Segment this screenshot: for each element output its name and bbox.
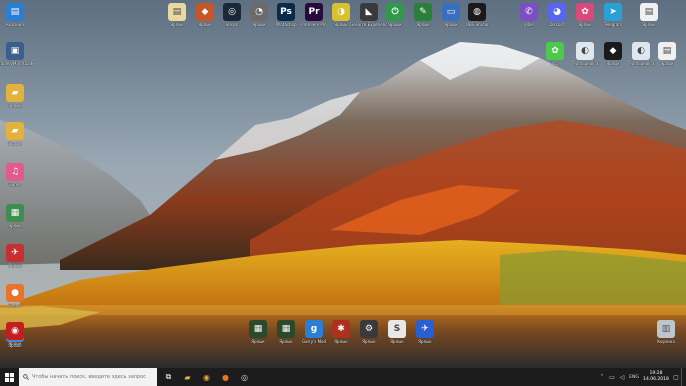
steam-icon: ◎ <box>241 372 248 382</box>
taskbar: ⧉ ▰ ◉ ● ◎ ˄ ▭ ◁ ENG 19:28 14.06.2018 ▢ <box>0 368 686 386</box>
chevron-up-icon[interactable]: ˄ <box>597 374 607 381</box>
file-explorer-icon: ▰ <box>184 372 191 382</box>
network-icon[interactable]: ▭ <box>607 374 617 381</box>
chrome-icon: ◉ <box>203 372 210 382</box>
app-icon: ✈ <box>416 320 434 338</box>
start-button[interactable] <box>0 368 19 386</box>
volume-icon[interactable]: ◁ <box>617 374 627 381</box>
firefox-icon: ● <box>6 284 24 302</box>
desktop-shortcut[interactable]: ▰ Ярлык <box>0 122 34 146</box>
virtualbox-icon: ▣ <box>6 42 24 60</box>
app-icon: ✿ <box>576 3 594 21</box>
desktop-shortcut-label: Ярлык <box>8 263 22 268</box>
desktop-shortcut[interactable]: ▣Oracle VM VirtualBox <box>0 42 34 66</box>
firefox-icon: ● <box>222 372 229 382</box>
desktop-shortcut[interactable]: ➤ Telegram <box>594 3 632 27</box>
taskbar-app-button[interactable]: ◎ <box>235 368 254 386</box>
folder-icon: ▰ <box>6 84 24 102</box>
show-desktop-button[interactable] <box>681 368 686 386</box>
desktop-shortcut[interactable]: ▤ Ярлык <box>630 3 668 27</box>
steam-icon: ◎ <box>223 3 241 21</box>
obs-icon: ◍ <box>468 3 486 21</box>
photoshop-icon: Ps <box>277 3 295 21</box>
app-icon: ◆ <box>604 42 622 60</box>
app-icon: ◑ <box>332 3 350 21</box>
taskbar-app-button[interactable]: ◉ <box>197 368 216 386</box>
app-icon: ▦ <box>249 320 267 338</box>
taskbar-app-button[interactable]: ● <box>216 368 235 386</box>
document-icon: ▤ <box>640 3 658 21</box>
notifications-icon[interactable]: ▢ <box>671 374 681 381</box>
app-icon: ▦ <box>277 320 295 338</box>
desktop-shortcut-label: Ярлык <box>418 339 432 344</box>
system-tray: ˄ ▭ ◁ ENG 19:28 14.06.2018 ▢ <box>597 368 686 386</box>
app-icon: ◔ <box>250 3 268 21</box>
desktop-shortcut-label: Telegram <box>603 22 623 27</box>
clock[interactable]: 19:28 14.06.2018 <box>641 371 671 383</box>
desktop-shortcut-label: Ярлык <box>8 341 22 346</box>
premiere-icon: Pr <box>305 3 323 21</box>
folder-icon: ▤ <box>6 3 24 21</box>
garrysmod-icon: g <box>305 320 323 338</box>
icq-icon: ✿ <box>546 42 564 60</box>
itunes-icon: ♫ <box>6 163 24 181</box>
discord-icon: ◕ <box>548 3 566 21</box>
taskbar-app-button[interactable]: ▰ <box>178 368 197 386</box>
desktop-shortcut[interactable]: ▦Ярлык <box>0 204 34 228</box>
search-input[interactable] <box>32 374 152 380</box>
task-view-icon: ⧉ <box>165 372 172 381</box>
app-icon: ✱ <box>332 320 350 338</box>
document-icon: ▤ <box>168 3 186 21</box>
app-icon: ✈ <box>6 244 24 262</box>
desktop-shortcut-label: Ярлык <box>8 223 22 228</box>
desktop-shortcut-label: Ярлык <box>8 141 22 146</box>
recycle-bin[interactable]: ▥ Корзина <box>647 320 685 344</box>
desktop-shortcut-label: Ярлык <box>660 61 674 66</box>
desktop-shortcut[interactable]: ✈ Ярлык <box>0 244 34 268</box>
app-icon: ◉ <box>6 322 24 340</box>
language-indicator[interactable]: ENG <box>627 375 641 380</box>
desktop-shortcut[interactable]: ▤ Ярлык <box>648 42 686 66</box>
desktop-shortcut[interactable]: ● Firefox <box>0 284 34 308</box>
desktop-shortcut[interactable]: ◉ Ярлык <box>0 322 34 346</box>
desktop-shortcut-label: Firefox <box>8 303 22 308</box>
taskbar-search[interactable] <box>19 368 157 386</box>
desktop-shortcut-label: Ярлык <box>642 22 656 27</box>
desktop-shortcut-label: iTunes <box>8 182 22 187</box>
windows-start-icon <box>5 372 14 382</box>
app-icon: ⏻ <box>386 3 404 21</box>
recycle-bin-icon: ▥ <box>657 320 675 338</box>
teamspeak-icon: ◐ <box>576 42 594 60</box>
search-icon <box>23 374 29 380</box>
desktop-shortcut[interactable]: ♫ iTunes <box>0 163 34 187</box>
app-icon: ✎ <box>414 3 432 21</box>
viber-icon: ✆ <box>520 3 538 21</box>
taskbar-apps: ⧉ ▰ ◉ ● ◎ <box>159 368 254 386</box>
desktop-shortcut[interactable]: ▰ Ярлык <box>0 84 34 108</box>
desktop-shortcut-label: OBS Studio <box>465 22 489 27</box>
document-icon: ▤ <box>658 42 676 60</box>
taskbar-app-button[interactable]: ⧉ <box>159 368 178 386</box>
recycle-bin-label: Корзина <box>657 339 675 344</box>
app-icon: S <box>388 320 406 338</box>
desktop-shortcut[interactable]: ✈ Ярлык <box>406 320 444 344</box>
folder-icon: ▰ <box>6 122 24 140</box>
telegram-icon: ➤ <box>604 3 622 21</box>
desktop-shortcut[interactable]: ▤ Корзина <box>0 3 34 27</box>
app-icon: ⚙ <box>360 320 378 338</box>
desktop-shortcut[interactable]: ◍ OBS Studio <box>458 3 496 27</box>
clock-date: 14.06.2018 <box>643 377 669 382</box>
desktop-shortcut-label: Ярлык <box>8 103 22 108</box>
desktop-shortcut-label: Корзина <box>6 22 24 27</box>
app-icon: ▦ <box>6 204 24 222</box>
desktop-shortcut-label: Oracle VM VirtualBox <box>0 61 34 66</box>
app-icon: ◆ <box>196 3 214 21</box>
